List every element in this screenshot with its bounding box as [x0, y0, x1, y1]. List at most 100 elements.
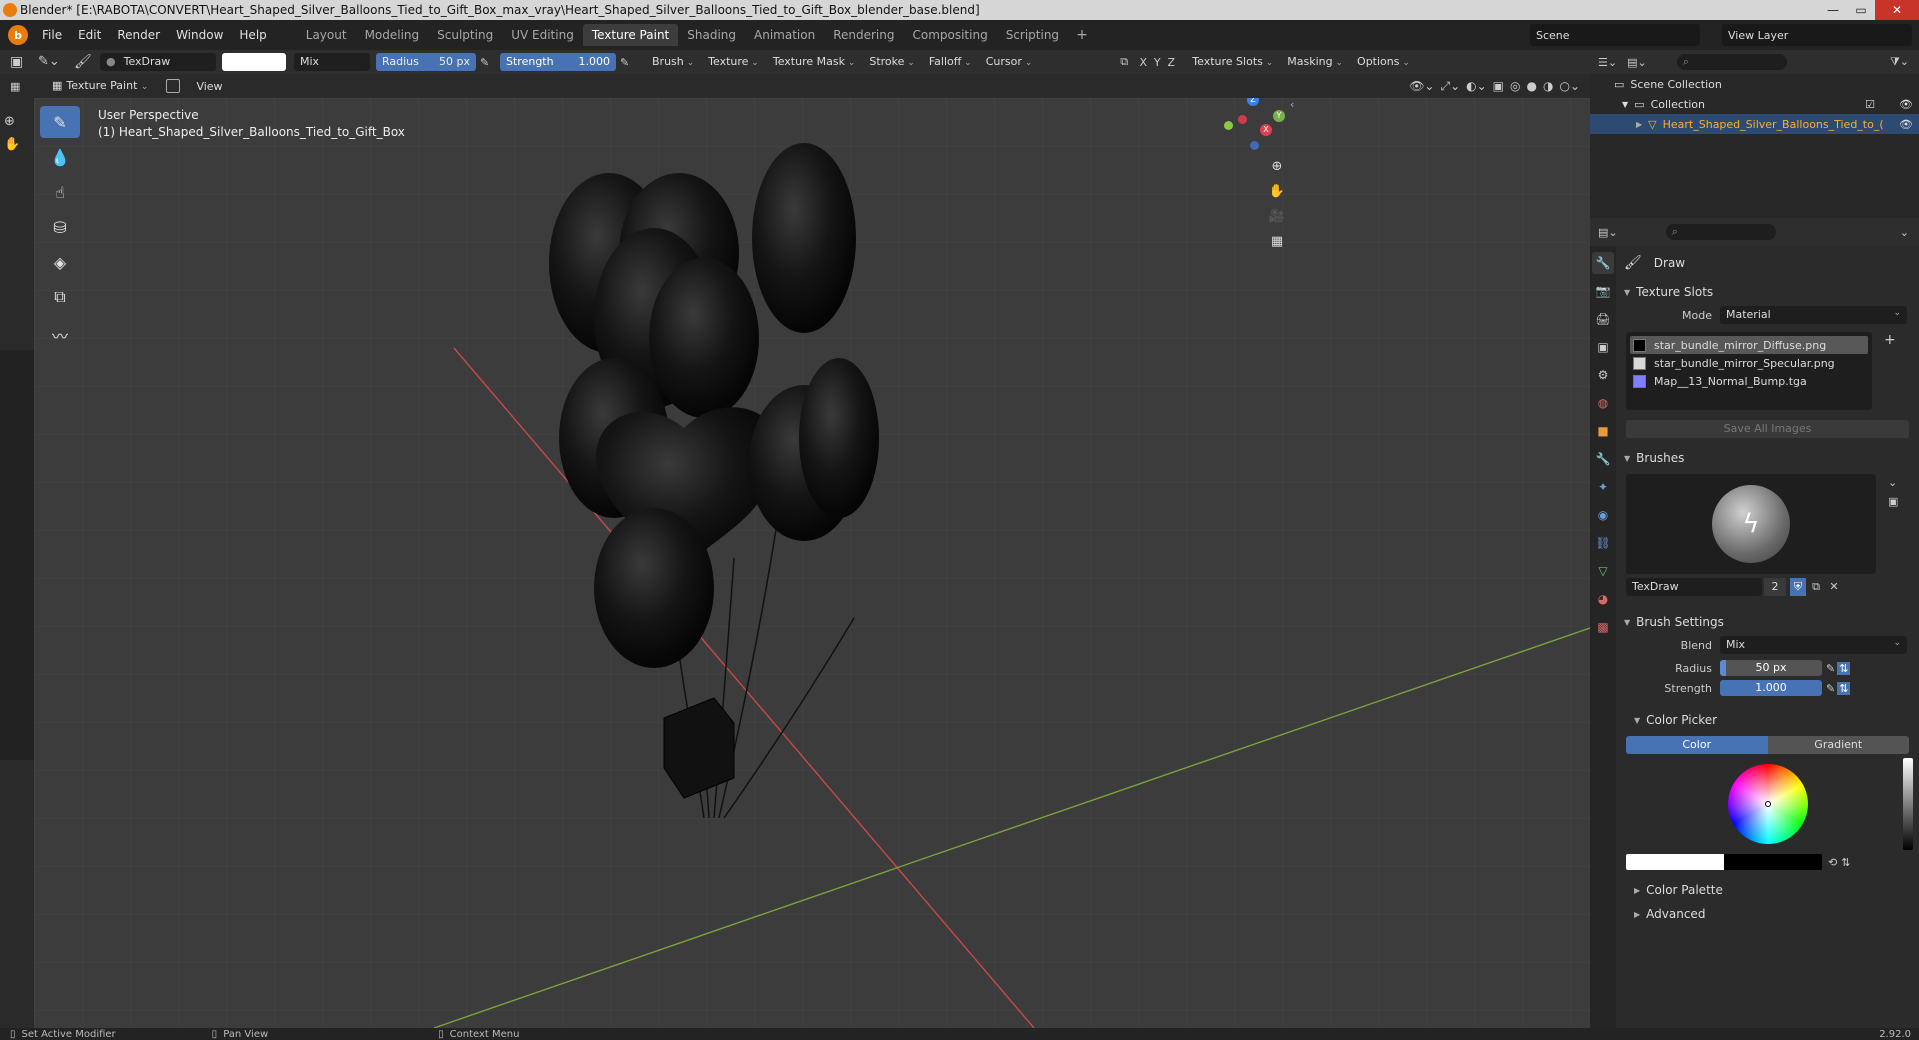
gizmo-neg-z[interactable] — [1250, 141, 1259, 150]
menu-help[interactable]: Help — [231, 24, 274, 46]
grid-icon[interactable]: ▦ — [10, 80, 32, 93]
menu-file[interactable]: File — [34, 24, 70, 46]
falloff-menu[interactable]: Falloff — [923, 53, 978, 71]
mode-dropdown[interactable]: Material — [1720, 304, 1907, 324]
blender-logo-icon[interactable]: b — [8, 25, 28, 45]
brush-name-field[interactable]: TexDraw — [1626, 578, 1762, 596]
symmetry-icon[interactable]: ⧉ — [1120, 55, 1136, 69]
display-mode-icon[interactable]: ▤⌄ — [1627, 56, 1647, 69]
tool-tab-icon[interactable]: 🔧 — [1592, 252, 1614, 274]
menu-render[interactable]: Render — [109, 24, 168, 46]
brush-menu[interactable]: Brush — [646, 53, 700, 71]
minimize-button[interactable]: — — [1819, 0, 1847, 20]
zoom-tool-icon[interactable]: ⊕ — [4, 114, 34, 129]
save-all-images-button[interactable]: Save All Images — [1626, 420, 1909, 438]
duplicate-brush-icon[interactable]: ⧉ — [1808, 578, 1824, 596]
texture-slots-menu[interactable]: Texture Slots — [1186, 53, 1279, 71]
view-menu[interactable]: View — [190, 80, 228, 93]
view-layer-tab-icon[interactable]: ▣ — [1592, 336, 1614, 358]
tab-color[interactable]: Color — [1626, 736, 1768, 754]
physics-tab-icon[interactable]: ◉ — [1592, 504, 1614, 526]
cursor-menu[interactable]: Cursor — [980, 53, 1039, 71]
editor-type-icon[interactable]: ▣ — [10, 53, 32, 71]
constraints-tab-icon[interactable]: ⛓ — [1592, 532, 1614, 554]
fake-user-icon[interactable]: ⛨ — [1790, 578, 1806, 596]
add-workspace-button[interactable]: + — [1068, 24, 1096, 46]
gizmo-y-axis[interactable]: Y — [1273, 110, 1285, 122]
value-slider[interactable] — [1903, 758, 1913, 850]
camera-view-icon[interactable]: 🎥 — [1266, 206, 1288, 228]
mode-dropdown[interactable]: ▦ Texture Paint — [46, 77, 154, 95]
texture-menu[interactable]: Texture — [702, 53, 765, 71]
zoom-icon[interactable]: ⊕ — [1266, 156, 1288, 178]
brush-color-swatch[interactable] — [222, 53, 286, 71]
output-tab-icon[interactable]: 🖨 — [1592, 308, 1614, 330]
checkbox-icon[interactable]: ☑ — [1865, 98, 1875, 111]
strength-unit-icon[interactable]: ⇅ — [1837, 681, 1851, 695]
gizmo-x-axis[interactable]: X — [1260, 124, 1272, 136]
brush-list-expand-icon[interactable]: ⌄ — [1888, 476, 1898, 489]
solid-shading-icon[interactable]: ● — [1527, 79, 1537, 94]
texture-slots-panel-header[interactable]: ▼ Texture Slots — [1620, 280, 1915, 304]
material-tab-icon[interactable]: ◕ — [1592, 588, 1614, 610]
stroke-menu[interactable]: Stroke — [863, 53, 920, 71]
texture-slot-item[interactable]: star_bundle_mirror_Specular.png — [1630, 354, 1868, 372]
properties-editor-icon[interactable]: ▤⌄ — [1598, 226, 1618, 239]
particles-tab-icon[interactable]: ✦ — [1592, 476, 1614, 498]
advanced-subpanel-header[interactable]: ▶ Advanced — [1620, 902, 1915, 926]
tab-sculpting[interactable]: Sculpting — [428, 24, 502, 46]
maximize-button[interactable]: ▭ — [1847, 0, 1875, 20]
radius-slider[interactable]: Radius 50 px — [376, 53, 476, 71]
strength-pressure-icon[interactable]: ✎ — [620, 56, 636, 69]
unlink-brush-icon[interactable]: ✕ — [1826, 578, 1842, 596]
object-tab-icon[interactable]: ■ — [1592, 420, 1614, 442]
options-menu[interactable]: Options — [1351, 53, 1416, 71]
visibility-icon[interactable]: 👁⌄ — [1409, 79, 1434, 94]
mask-tool-icon[interactable]: ⧉ — [40, 281, 80, 313]
overlay-icon[interactable]: ◐⌄ — [1466, 79, 1487, 94]
object-row[interactable]: ▶ ▽ Heart_Shaped_Silver_Balloons_Tied_to… — [1590, 114, 1919, 134]
tab-scripting[interactable]: Scripting — [997, 24, 1068, 46]
symmetry-y-toggle[interactable]: Y — [1150, 56, 1164, 69]
scene-tab-icon[interactable]: ⚙ — [1592, 364, 1614, 386]
brush-image-icon[interactable]: ▣ — [1888, 495, 1898, 508]
clone-tool-icon[interactable]: ⛁ — [40, 211, 80, 243]
fill-tool-icon[interactable]: ◈ — [40, 246, 80, 278]
sidebar-toggle-icon[interactable]: ‹ — [1290, 98, 1294, 111]
tab-shading[interactable]: Shading — [678, 24, 745, 46]
primary-secondary-swatch[interactable] — [1626, 854, 1822, 870]
tab-layout[interactable]: Layout — [297, 24, 356, 46]
collection-row[interactable]: ▼ ▭ Collection ☑ 👁 — [1590, 94, 1919, 114]
wireframe-shading-icon[interactable]: ◎ — [1510, 79, 1520, 94]
3d-viewport[interactable]: User Perspective (1) Heart_Shaped_Silver… — [34, 98, 1590, 1028]
radius-pressure-icon[interactable]: ✎ — [1826, 662, 1835, 675]
paint-mode-icon[interactable]: ✎⌄ — [38, 53, 74, 71]
tab-animation[interactable]: Animation — [745, 24, 824, 46]
color-wheel[interactable] — [1727, 764, 1808, 844]
texture-mask-menu[interactable]: Texture Mask — [767, 53, 862, 71]
material-shading-icon[interactable]: ◑ — [1543, 79, 1553, 94]
smear-tool-icon[interactable]: ☝ — [40, 176, 80, 208]
texture-tab-icon[interactable]: ▩ — [1592, 616, 1614, 638]
scene-selector[interactable]: Scene — [1530, 24, 1700, 46]
brush-settings-panel-header[interactable]: ▼ Brush Settings — [1620, 610, 1915, 634]
pan-icon[interactable]: ✋ — [1266, 181, 1288, 203]
radius-unit-icon[interactable]: ⇅ — [1837, 661, 1851, 675]
scene-collection-row[interactable]: ▭ Scene Collection — [1590, 74, 1919, 94]
outliner-search-input[interactable]: ⌕ — [1676, 54, 1787, 70]
color-wheel-cursor[interactable] — [1764, 801, 1771, 807]
collapse-icon[interactable]: ⌄ — [1900, 226, 1909, 239]
rendered-shading-icon[interactable]: ○⌄ — [1559, 79, 1580, 94]
eye-icon[interactable]: 👁 — [1899, 118, 1913, 131]
data-tab-icon[interactable]: ▽ — [1592, 560, 1614, 582]
unified-color-icon[interactable]: ⇅ — [1841, 856, 1850, 869]
swap-colors-icon[interactable]: ⟲ — [1828, 856, 1837, 869]
hand-tool-icon[interactable]: ✋ — [4, 137, 34, 152]
close-window-button[interactable]: ✕ — [1875, 0, 1919, 20]
modifier-tab-icon[interactable]: 🔧 — [1592, 448, 1614, 470]
menu-edit[interactable]: Edit — [70, 24, 109, 46]
masking-menu[interactable]: Masking — [1281, 53, 1349, 71]
world-tab-icon[interactable]: ◍ — [1592, 392, 1614, 414]
outliner-editor-icon[interactable]: ☰⌄ — [1598, 56, 1617, 69]
blend-dropdown[interactable]: Mix — [1720, 634, 1907, 654]
